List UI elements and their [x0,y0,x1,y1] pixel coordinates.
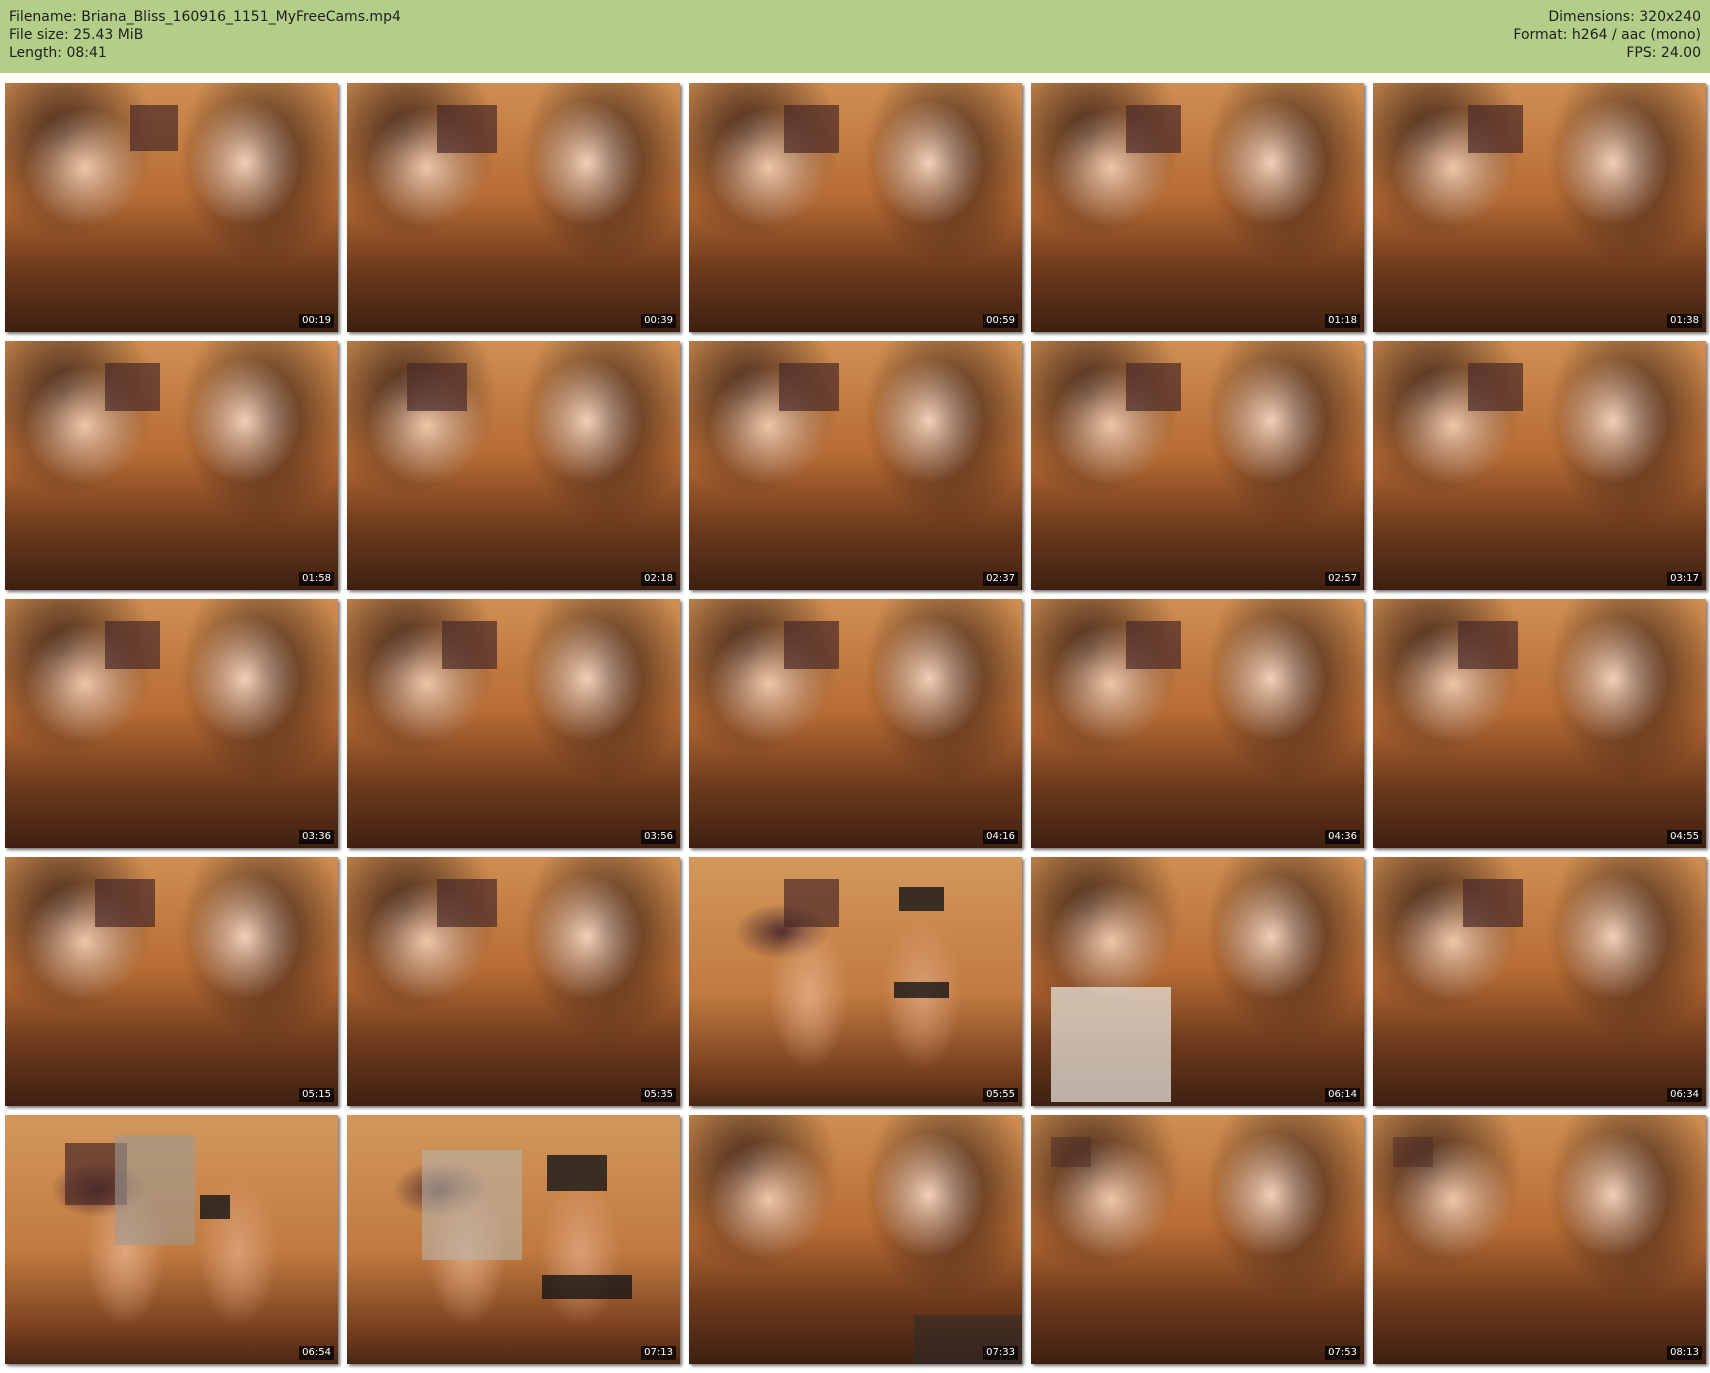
frame-picture [1468,363,1523,411]
frame-picture [105,621,160,669]
video-thumbnail: 06:54 [5,1115,338,1364]
timestamp: 04:36 [1325,830,1360,844]
frame-picture [1463,879,1523,927]
frame-picture [422,1150,632,1299]
video-thumbnail: 00:59 [689,83,1022,332]
timestamp: 05:35 [641,1088,676,1102]
file-info-left: Filename: Briana_Bliss_160916_1151_MyFre… [9,8,401,62]
video-thumbnail: 07:53 [1031,1115,1364,1364]
frame-picture [1051,1137,1091,1167]
thumbnail-grid: 00:19 00:39 00:59 01:18 01:38 01:58 02:1… [5,83,1706,1364]
frame-picture [784,879,949,998]
frame-picture [442,621,497,669]
file-info-right: Dimensions: 320x240 Format: h264 / aac (… [1513,8,1701,62]
frame-picture [437,879,497,927]
frame-picture [1393,1137,1433,1167]
video-thumbnail: 02:37 [689,341,1022,590]
frame-picture [784,621,839,669]
timestamp: 01:58 [299,572,334,586]
video-thumbnail: 03:56 [347,599,680,848]
frame-picture [784,105,839,153]
video-thumbnail: 01:38 [1373,83,1706,332]
file-size-label: File size: 25.43 MiB [9,27,144,43]
filename-label: Filename: Briana_Bliss_160916_1151_MyFre… [9,9,401,25]
format-label: Format: h264 / aac (mono) [1513,27,1701,43]
video-thumbnail: 06:34 [1373,857,1706,1106]
video-thumbnail: 01:18 [1031,83,1364,332]
video-thumbnail: 05:15 [5,857,338,1106]
timestamp: 04:55 [1667,830,1702,844]
dimensions-label: Dimensions: 320x240 [1548,9,1701,25]
frame-picture [407,363,467,411]
timestamp: 03:36 [299,830,334,844]
frame-picture [779,363,839,411]
timestamp: 03:17 [1667,572,1702,586]
frame-picture [130,105,178,151]
length-label: Length: 08:41 [9,45,107,61]
video-thumbnail: 08:13 [1373,1115,1706,1364]
video-thumbnail: 04:16 [689,599,1022,848]
timestamp: 07:33 [983,1346,1018,1360]
timestamp: 02:37 [983,572,1018,586]
frame-picture [1126,105,1181,153]
timestamp: 02:18 [641,572,676,586]
video-thumbnail: 03:36 [5,599,338,848]
frame-picture [65,1135,230,1245]
video-thumbnail: 05:35 [347,857,680,1106]
timestamp: 06:34 [1667,1088,1702,1102]
frame-picture [1458,621,1518,669]
timestamp: 07:13 [641,1346,676,1360]
video-thumbnail: 07:13 [347,1115,680,1364]
video-thumbnail: 02:18 [347,341,680,590]
timestamp: 03:56 [641,830,676,844]
video-thumbnail: 07:33 [689,1115,1022,1364]
timestamp: 05:15 [299,1088,334,1102]
frame-picture [105,363,160,411]
timestamp: 04:16 [983,830,1018,844]
timestamp: 00:39 [641,314,676,328]
frame-picture [95,879,155,927]
video-thumbnail: 04:55 [1373,599,1706,848]
video-thumbnail: 05:55 [689,857,1022,1106]
video-thumbnail: 03:17 [1373,341,1706,590]
video-thumbnail: 00:39 [347,83,680,332]
frame-picture [1468,105,1523,153]
timestamp: 05:55 [983,1088,1018,1102]
timestamp: 08:13 [1667,1346,1702,1360]
frame-picture [1051,987,1171,1102]
frame-picture [1126,363,1181,411]
info-header: Filename: Briana_Bliss_160916_1151_MyFre… [0,0,1710,73]
frame-picture [437,105,497,153]
timestamp: 06:54 [299,1346,334,1360]
video-thumbnail: 00:19 [5,83,338,332]
video-thumbnail: 01:58 [5,341,338,590]
frame-picture [914,1315,1022,1364]
video-thumbnail: 04:36 [1031,599,1364,848]
timestamp: 00:19 [299,314,334,328]
timestamp: 01:38 [1667,314,1702,328]
video-thumbnail: 02:57 [1031,341,1364,590]
timestamp: 00:59 [983,314,1018,328]
video-thumbnail: 06:14 [1031,857,1364,1106]
timestamp: 01:18 [1325,314,1360,328]
fps-label: FPS: 24.00 [1626,45,1701,61]
frame-picture [1126,621,1181,669]
timestamp: 06:14 [1325,1088,1360,1102]
timestamp: 07:53 [1325,1346,1360,1360]
timestamp: 02:57 [1325,572,1360,586]
